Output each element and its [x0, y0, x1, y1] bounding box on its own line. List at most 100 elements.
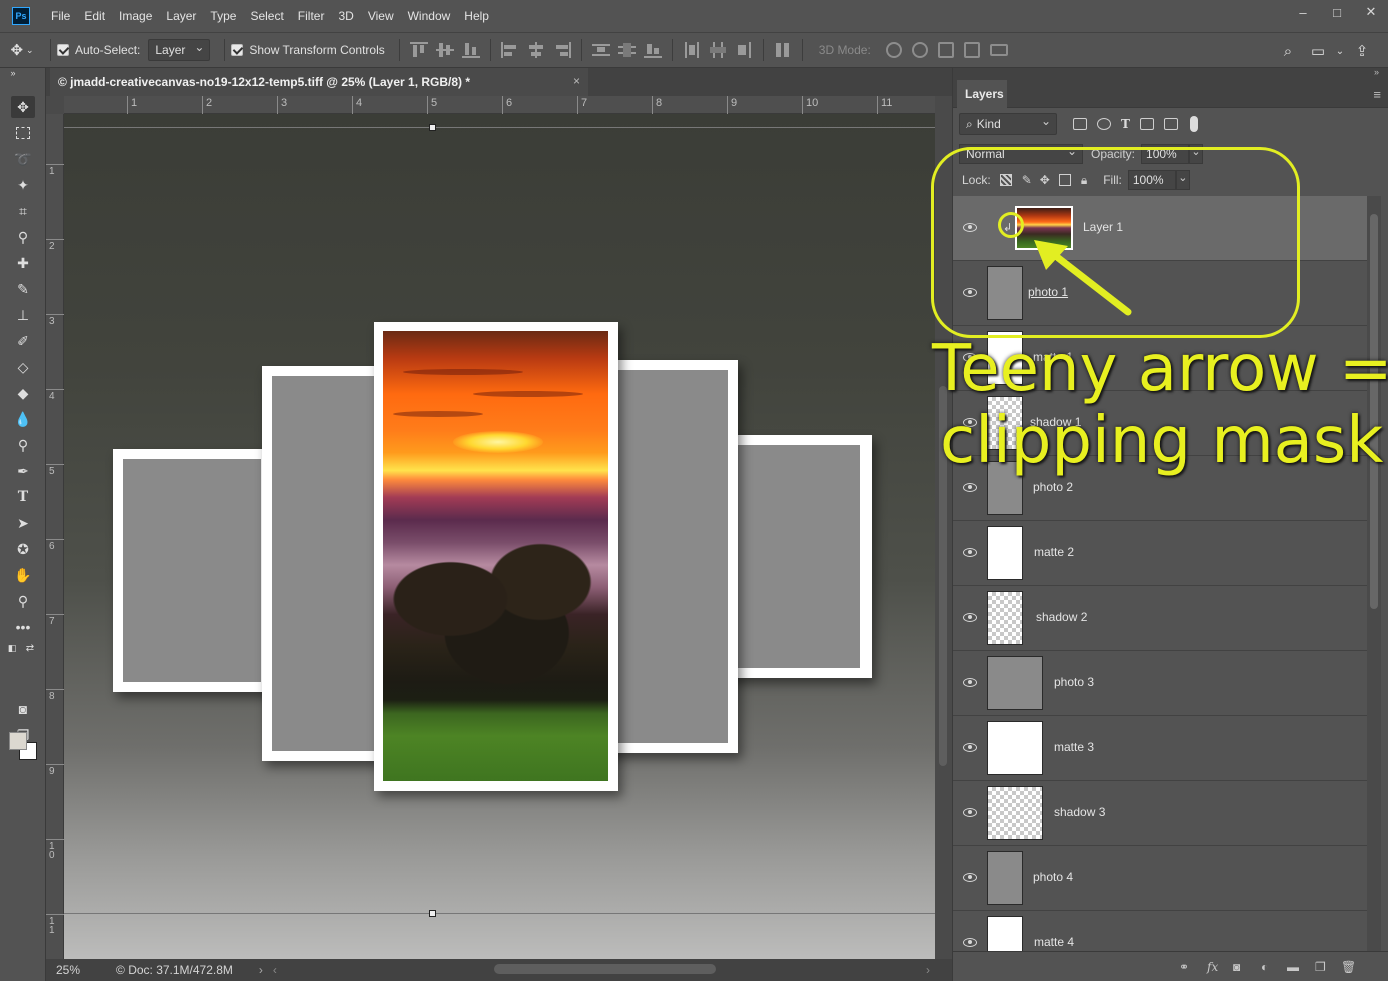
- visibility-eye-icon[interactable]: [963, 807, 977, 817]
- menu-edit[interactable]: Edit: [77, 0, 112, 32]
- adjustment-layer-icon[interactable]: ◐: [1261, 960, 1275, 974]
- filter-toggle-icon[interactable]: [1189, 116, 1198, 132]
- add-mask-icon[interactable]: ◙: [1233, 960, 1247, 974]
- visibility-eye-icon[interactable]: [963, 677, 977, 687]
- 3d-orbit-icon[interactable]: [885, 42, 902, 58]
- zoom-tool-icon[interactable]: ⚲: [11, 590, 35, 612]
- shape-filter-icon[interactable]: [1139, 118, 1154, 130]
- status-menu-arrow-icon[interactable]: ›: [259, 963, 263, 977]
- distribute-hcenter-icon[interactable]: [709, 42, 727, 58]
- healing-brush-tool-icon[interactable]: ✚: [11, 252, 35, 274]
- visibility-eye-icon[interactable]: [963, 742, 977, 752]
- auto-align-icon[interactable]: [774, 42, 792, 58]
- align-bottom-icon[interactable]: [461, 42, 480, 58]
- frame-far-left[interactable]: [113, 449, 271, 692]
- crop-tool-icon[interactable]: ⌗: [11, 200, 35, 222]
- brush-tool-icon[interactable]: ✎: [11, 278, 35, 300]
- pen-tool-icon[interactable]: ✒: [11, 460, 35, 482]
- expand-chevrons-icon[interactable]: »: [1374, 67, 1379, 77]
- layer-name[interactable]: shadow 2: [1036, 610, 1087, 624]
- horizontal-ruler[interactable]: 1 2 3 4 5 6 7 8 9 10 11: [64, 96, 935, 114]
- menu-help[interactable]: Help: [457, 0, 496, 32]
- auto-select-dropdown[interactable]: Layer: [148, 39, 211, 61]
- align-vcenter-icon[interactable]: [435, 42, 454, 58]
- visibility-eye-icon[interactable]: [963, 612, 977, 622]
- layer-row[interactable]: matte 3: [953, 716, 1367, 781]
- shape-tool-icon[interactable]: ✪: [11, 538, 35, 560]
- distribute-bottom-icon[interactable]: [643, 42, 662, 58]
- marquee-tool-icon[interactable]: [11, 122, 35, 144]
- vertical-ruler[interactable]: 1 2 3 4 5 6 7 8 9 10 11: [46, 114, 64, 959]
- adjustment-filter-icon[interactable]: [1097, 118, 1111, 130]
- layer-row[interactable]: shadow 3: [953, 781, 1367, 846]
- document-canvas[interactable]: [64, 114, 935, 959]
- panel-menu-icon[interactable]: ≡: [1373, 87, 1381, 102]
- blur-tool-icon[interactable]: 💧: [11, 408, 35, 430]
- visibility-eye-icon[interactable]: [963, 872, 977, 882]
- visibility-eye-icon[interactable]: [963, 547, 977, 557]
- close-tab-icon[interactable]: ×: [573, 74, 580, 88]
- frame-left[interactable]: [262, 366, 384, 761]
- transform-handle[interactable]: [429, 910, 436, 917]
- layer-name[interactable]: matte 4: [1034, 935, 1074, 949]
- horizontal-scrollbar-thumb[interactable]: [494, 964, 716, 974]
- menu-view[interactable]: View: [361, 0, 401, 32]
- frame-far-right[interactable]: [728, 435, 872, 678]
- align-top-icon[interactable]: [409, 42, 428, 58]
- layer-name[interactable]: photo 2: [1033, 480, 1073, 494]
- distribute-top-icon[interactable]: [591, 42, 610, 58]
- align-hcenter-icon[interactable]: [527, 42, 545, 58]
- layers-tab[interactable]: Layers: [957, 80, 1007, 108]
- layer-name[interactable]: photo 4: [1033, 870, 1073, 884]
- show-transform-checkbox[interactable]: [231, 44, 244, 56]
- chevron-down-icon[interactable]: ⌄: [1330, 41, 1350, 61]
- move-tool-icon[interactable]: ✥: [11, 96, 35, 118]
- layer-name[interactable]: photo 3: [1054, 675, 1094, 689]
- default-colors-icon[interactable]: ◧: [6, 642, 18, 654]
- menu-window[interactable]: Window: [401, 0, 458, 32]
- layer-name[interactable]: matte 3: [1054, 740, 1094, 754]
- 3d-slide-icon[interactable]: [963, 42, 980, 58]
- path-selection-tool-icon[interactable]: ➤: [11, 512, 35, 534]
- transform-handle[interactable]: [429, 124, 436, 131]
- new-group-icon[interactable]: ▬: [1287, 960, 1301, 974]
- foreground-color-swatch[interactable]: [9, 732, 27, 750]
- pixel-filter-icon[interactable]: [1073, 118, 1087, 130]
- layer-name[interactable]: matte 2: [1034, 545, 1074, 559]
- layer-row[interactable]: photo 4: [953, 846, 1367, 911]
- delete-layer-icon[interactable]: 🗑︎: [1341, 960, 1356, 974]
- link-layers-icon[interactable]: ⚭: [1179, 960, 1193, 974]
- layer-row[interactable]: matte 2: [953, 521, 1367, 586]
- search-icon[interactable]: ⌕: [1278, 41, 1298, 61]
- layer-row[interactable]: shadow 2: [953, 586, 1367, 651]
- minimize-button[interactable]: –: [1286, 0, 1320, 24]
- distribute-left-icon[interactable]: [683, 42, 701, 58]
- close-button[interactable]: ✕: [1354, 0, 1388, 24]
- hand-tool-icon[interactable]: ✋: [11, 564, 35, 586]
- distribute-right-icon[interactable]: [735, 42, 753, 58]
- zoom-level[interactable]: 25%: [56, 963, 116, 977]
- align-left-icon[interactable]: [500, 42, 519, 58]
- clone-stamp-tool-icon[interactable]: ⊥: [11, 304, 35, 326]
- menu-file[interactable]: File: [44, 0, 77, 32]
- share-icon[interactable]: ⇪: [1352, 41, 1372, 61]
- distribute-vcenter-icon[interactable]: [617, 42, 636, 58]
- magic-wand-tool-icon[interactable]: ✦: [11, 174, 35, 196]
- menu-image[interactable]: Image: [112, 0, 159, 32]
- type-filter-icon[interactable]: T: [1121, 117, 1130, 131]
- workspace-icon[interactable]: ▭: [1308, 41, 1328, 61]
- menu-type[interactable]: Type: [203, 0, 243, 32]
- quick-mask-icon[interactable]: ◙: [11, 698, 35, 720]
- menu-3d[interactable]: 3D: [331, 0, 360, 32]
- more-tools-icon[interactable]: •••: [11, 616, 35, 638]
- maximize-button[interactable]: □: [1320, 0, 1354, 24]
- doc-size-info[interactable]: © Doc: 37.1M/472.8M: [116, 963, 233, 977]
- frame-right[interactable]: [604, 360, 738, 753]
- paint-bucket-tool-icon[interactable]: ◆: [11, 382, 35, 404]
- smart-object-filter-icon[interactable]: [1163, 118, 1178, 130]
- layer-row[interactable]: matte 4: [953, 911, 1367, 956]
- eyedropper-tool-icon[interactable]: ⚲: [11, 226, 35, 248]
- history-brush-tool-icon[interactable]: ✐: [11, 330, 35, 352]
- filter-kind-dropdown[interactable]: ⌕ Kind: [959, 113, 1057, 135]
- layer-style-icon[interactable]: fx: [1207, 960, 1221, 974]
